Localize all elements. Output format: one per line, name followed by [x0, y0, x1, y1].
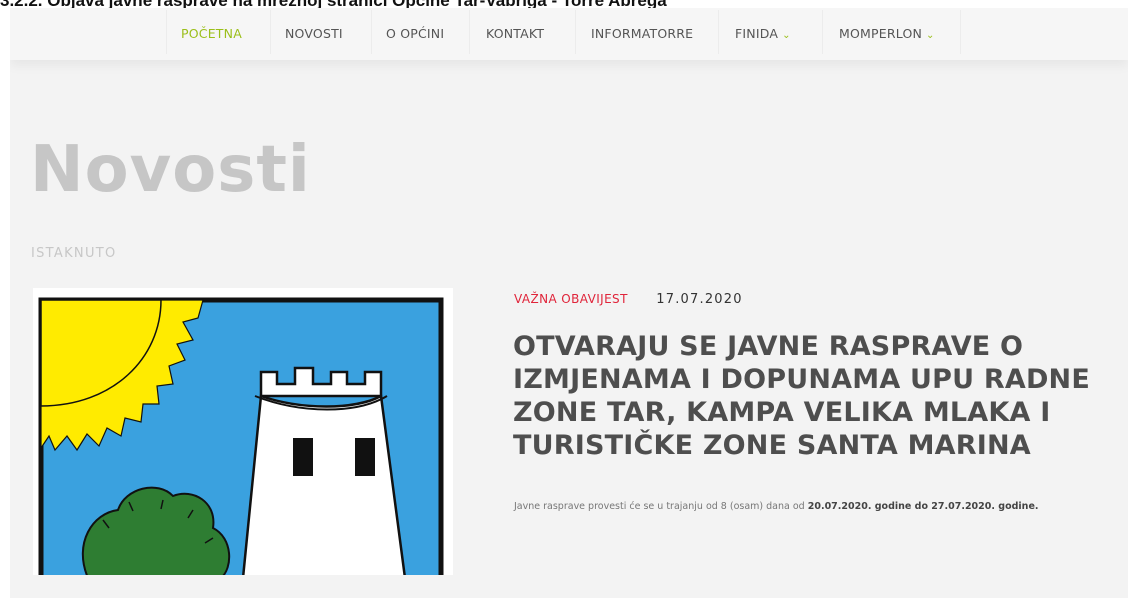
nav-divider	[718, 10, 719, 54]
nav-divider	[166, 10, 167, 54]
website-screenshot: POČETNA NOVOSTI O OPĆINI KONTAKT INFORMA…	[10, 8, 1128, 598]
category-badge[interactable]: VAŽNA OBAVIJEST	[514, 292, 628, 306]
chevron-down-icon: ⌄	[782, 30, 791, 41]
nav-item-informatorre[interactable]: INFORMATORRE	[591, 26, 693, 41]
article-meta: VAŽNA OBAVIJEST 17.07.2020	[514, 290, 743, 308]
nav-item-kontakt[interactable]: KONTAKT	[486, 26, 544, 41]
nav-divider	[822, 10, 823, 54]
nav-item-momperlon[interactable]: MOMPERLON ⌄	[839, 26, 935, 41]
nav-item-label: MOMPERLON	[839, 26, 923, 41]
nav-divider	[960, 10, 961, 54]
nav-item-finida[interactable]: FINIDA ⌄	[735, 26, 791, 41]
nav-item-label: FINIDA	[735, 26, 779, 41]
top-navigation: POČETNA NOVOSTI O OPĆINI KONTAKT INFORMA…	[10, 8, 1128, 60]
nav-divider	[575, 10, 576, 54]
article-summary: Javne rasprave provesti će se u trajanju…	[514, 498, 1104, 515]
nav-divider	[371, 10, 372, 54]
page-title: Novosti	[30, 133, 311, 207]
summary-dates: 20.07.2020. godine do 27.07.2020. godine…	[807, 501, 1039, 512]
article-headline[interactable]: OTVARAJU SE JAVNE RASPRAVE O IZMJENAMA I…	[513, 330, 1113, 462]
nav-divider	[270, 10, 271, 54]
nav-item-pocetna[interactable]: POČETNA	[181, 26, 242, 41]
nav-item-novosti[interactable]: NOVOSTI	[285, 26, 343, 41]
summary-text: Javne rasprave provesti će se u trajanju…	[514, 501, 808, 512]
nav-item-o-opcini[interactable]: O OPĆINI	[386, 26, 444, 41]
chevron-down-icon: ⌄	[926, 30, 935, 41]
section-label-featured: ISTAKNUTO	[31, 246, 117, 261]
article-date: 17.07.2020	[656, 292, 743, 307]
featured-article-image[interactable]	[33, 288, 453, 575]
coat-of-arms-image	[33, 288, 453, 575]
nav-divider	[469, 10, 470, 54]
